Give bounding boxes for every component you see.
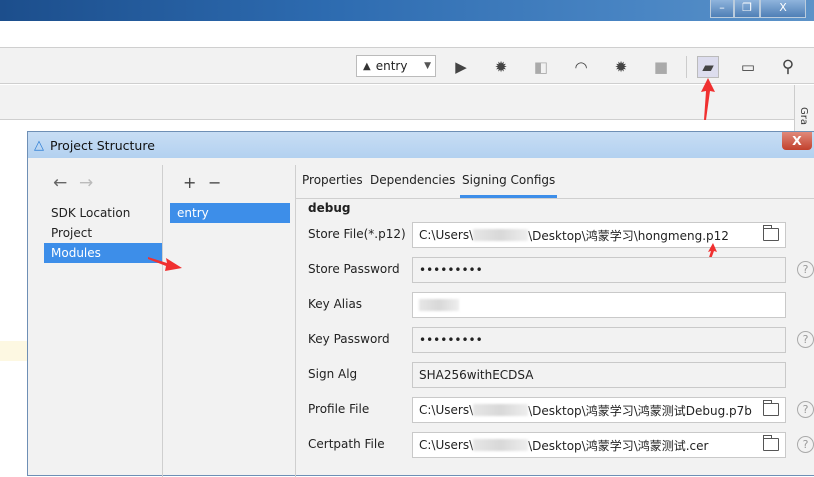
run-config-select[interactable]: ▲ entry ▼	[356, 55, 436, 77]
add-module-button[interactable]: +	[183, 173, 196, 192]
debug-attach-icon[interactable]: ✹	[610, 56, 632, 78]
minimize-button[interactable]: –	[710, 0, 734, 18]
certpath-file-input[interactable]: C:\Users\ \Desktop\鸿蒙学习\鸿蒙测试.cer	[412, 432, 786, 458]
key-alias-input[interactable]	[412, 292, 786, 318]
annotation-arrow	[701, 78, 715, 120]
stop-icon[interactable]: ■	[650, 56, 672, 78]
nav-item-project[interactable]: Project	[44, 223, 162, 243]
highlight-line	[0, 341, 27, 361]
os-title-bar: – ❐ X	[0, 0, 814, 21]
key-alias-label: Key Alias	[308, 297, 363, 311]
project-structure-icon[interactable]: ▰	[697, 56, 719, 78]
remove-module-button[interactable]: −	[208, 173, 221, 192]
module-item-entry[interactable]: entry	[170, 203, 290, 223]
chevron-down-icon: ▼	[424, 61, 431, 71]
dialog-close-button[interactable]: X	[782, 132, 812, 150]
structure-nav: ← → SDK Location Project Modules	[36, 165, 163, 477]
run-icon[interactable]: ▶	[450, 56, 472, 78]
redacted	[473, 439, 529, 451]
debug-icon[interactable]: ✹	[490, 56, 512, 78]
section-title: debug	[308, 201, 351, 215]
redacted	[473, 404, 529, 416]
window-close-button[interactable]: X	[760, 0, 806, 18]
redacted	[419, 299, 459, 311]
nav-item-sdk-location[interactable]: SDK Location	[44, 203, 162, 223]
help-icon[interactable]: ?	[797, 436, 814, 453]
profile-icon[interactable]: ◠	[570, 56, 592, 78]
folder-icon[interactable]	[763, 400, 779, 416]
key-password-label: Key Password	[308, 332, 390, 346]
main-toolbar: ▲ entry ▼ ▶ ✹ ◧ ◠ ✹ ■ ▰ ▭ ⚲	[0, 48, 814, 84]
navigation-bar	[0, 85, 794, 120]
back-icon[interactable]: ←	[53, 173, 67, 193]
help-icon[interactable]: ?	[797, 261, 814, 278]
store-file-input[interactable]: C:\Users\ \Desktop\鸿蒙学习\hongmeng.p12	[412, 222, 786, 248]
store-password-label: Store Password	[308, 262, 400, 276]
store-password-input[interactable]: •••••••••	[412, 257, 786, 283]
module-icon: ▲	[363, 60, 371, 72]
tab-dependencies[interactable]: Dependencies	[370, 173, 455, 198]
tab-divider	[296, 198, 814, 199]
nav-item-modules[interactable]: Modules	[44, 243, 162, 263]
sign-alg-input[interactable]: SHA256withECDSA	[412, 362, 786, 388]
dialog-title: Project Structure	[50, 137, 155, 153]
module-settings: Properties Dependencies Signing Configs …	[296, 165, 814, 477]
search-icon[interactable]: ⚲	[777, 56, 799, 78]
folder-icon[interactable]	[763, 435, 779, 451]
profile-file-input[interactable]: C:\Users\ \Desktop\鸿蒙学习\鸿蒙测试Debug.p7b	[412, 397, 786, 423]
project-structure-dialog: △ Project Structure X ← → SDK Location P…	[27, 131, 814, 477]
device-manager-icon[interactable]: ▭	[737, 56, 759, 78]
dialog-title-bar: △ Project Structure X	[28, 132, 814, 158]
help-icon[interactable]: ?	[797, 331, 814, 348]
profile-file-label: Profile File	[308, 402, 370, 416]
folder-icon[interactable]	[763, 225, 779, 241]
toolbar-divider	[686, 56, 687, 78]
certpath-file-label: Certpath File	[308, 437, 385, 451]
run-config-label: entry	[375, 59, 408, 73]
app-logo-icon: △	[34, 137, 44, 153]
tab-signing-configs[interactable]: Signing Configs	[460, 173, 558, 198]
tab-properties[interactable]: Properties	[302, 173, 363, 198]
attach-debugger-icon[interactable]: ◧	[530, 56, 552, 78]
restore-button[interactable]: ❐	[734, 0, 760, 18]
modules-list: + − entry	[163, 165, 296, 477]
menu-bar	[0, 21, 814, 48]
forward-icon[interactable]: →	[79, 173, 93, 193]
sign-alg-label: Sign Alg	[308, 367, 358, 381]
key-password-input[interactable]: •••••••••	[412, 327, 786, 353]
store-file-label: Store File(*.p12)	[308, 227, 406, 241]
gradle-tab-label[interactable]: Gra	[798, 107, 809, 125]
redacted	[473, 229, 529, 241]
help-icon[interactable]: ?	[797, 401, 814, 418]
